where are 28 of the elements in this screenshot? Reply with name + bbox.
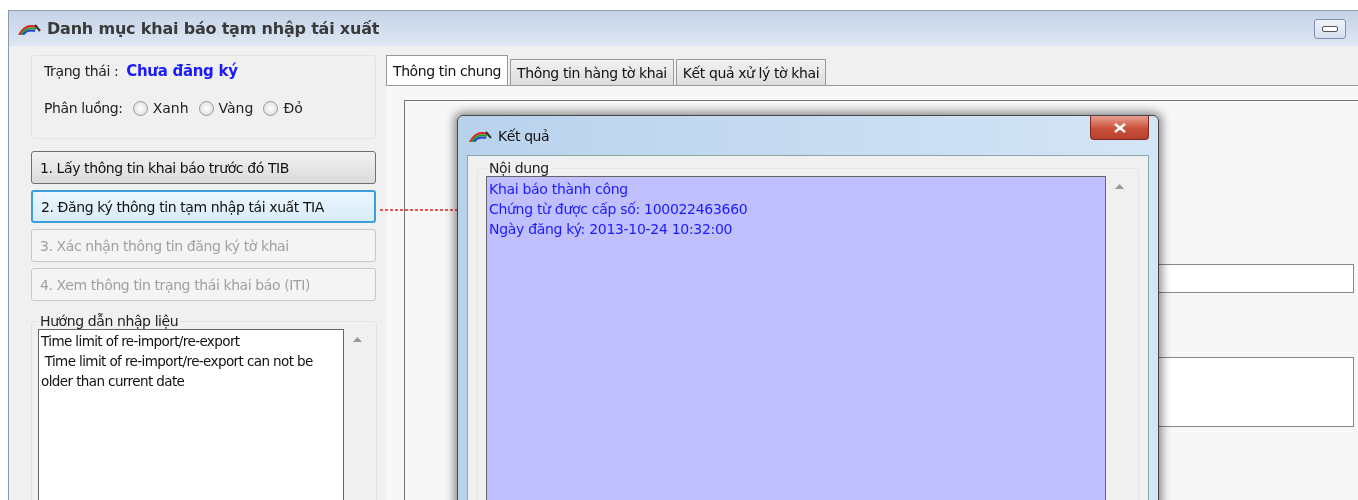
tab[interactable]: Kết quả xử lý tờ khai	[675, 59, 827, 85]
group-title: Nội dung	[488, 160, 550, 176]
radio-button[interactable]	[132, 100, 148, 116]
rainbow-logo-icon	[17, 22, 41, 35]
status-label: Trạng thái :	[44, 63, 119, 79]
dialog-title: Kết quả	[498, 127, 551, 144]
radio-label: Vàng	[218, 100, 254, 116]
tab[interactable]: Thông tin hàng tờ khai	[510, 59, 674, 85]
close-button[interactable]	[1090, 116, 1149, 140]
scroll-up-icon[interactable]	[352, 337, 362, 342]
action-button[interactable]: 2. Đăng ký thông tin tạm nhập tái xuất TIA	[31, 190, 376, 223]
guide-text-area[interactable]: Time limit of re-import/re-export Time limit of re-import/re-export can not be older than current date	[38, 329, 344, 500]
guide-title: Hướng dẫn nhập liệu	[39, 313, 180, 329]
radio-button[interactable]	[263, 100, 279, 116]
radio-label: Xanh	[152, 100, 189, 116]
tab[interactable]: Thông tin chung	[386, 55, 509, 85]
radio-button[interactable]	[198, 100, 214, 116]
status-value: Chưa đăng ký	[126, 62, 238, 80]
rainbow-logo-icon	[468, 129, 492, 142]
window-title: Danh mục khai báo tạm nhập tái xuất	[47, 19, 381, 38]
radio-label: Đỏ	[283, 100, 303, 116]
action-button[interactable]: 1. Lấy thông tin khai báo trước đó TIB	[31, 151, 376, 184]
result-text-area[interactable]: Khai báo thành công Chứng từ được cấp số: 100022463660 Ngày đăng ký: 2013-10-24 10:32:00	[486, 176, 1106, 500]
close-icon	[1113, 122, 1126, 133]
scroll-up-icon[interactable]	[1114, 184, 1124, 189]
minimize-button[interactable]	[1314, 18, 1346, 39]
minimize-icon	[1322, 25, 1338, 32]
lane-label: Phân luồng:	[44, 100, 123, 116]
